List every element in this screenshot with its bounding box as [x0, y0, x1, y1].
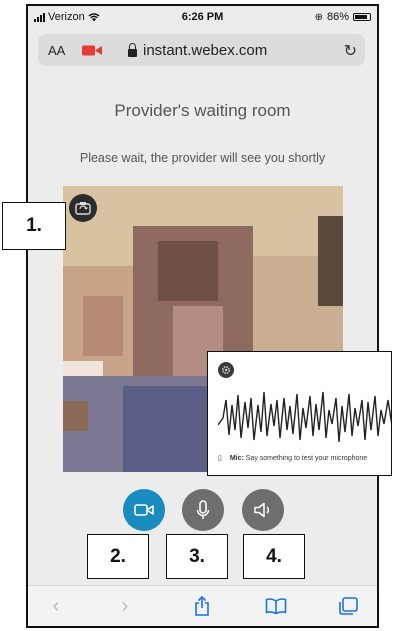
camera-flip-icon: [75, 202, 91, 215]
camera-flip-button[interactable]: [69, 194, 97, 222]
back-icon[interactable]: ‹: [44, 595, 68, 617]
tabs-icon[interactable]: [336, 595, 360, 617]
mic-label: Mic:: [229, 455, 244, 462]
media-controls: [28, 489, 377, 533]
reload-icon[interactable]: ↻: [344, 41, 357, 61]
url-text[interactable]: instant.webex.com: [143, 42, 267, 59]
share-icon[interactable]: [190, 595, 214, 617]
speaker-icon: [254, 502, 270, 518]
callout-2: 2.: [87, 534, 149, 579]
address-bar[interactable]: AA instant.webex.com ↻: [38, 34, 365, 66]
callout-4: 4.: [243, 534, 305, 579]
recording-camera-icon[interactable]: [82, 45, 102, 56]
callout-1: 1.: [2, 202, 66, 250]
microphone-waveform: [218, 391, 391, 443]
speaker-toggle-button[interactable]: [242, 489, 284, 531]
microphone-icon: [196, 500, 210, 519]
browser-toolbar: ‹ ›: [28, 585, 377, 626]
mic-small-icon: ▯: [218, 455, 222, 462]
video-camera-icon: [134, 504, 154, 516]
settings-button[interactable]: [218, 362, 234, 378]
microphone-toggle-button[interactable]: [182, 489, 224, 531]
microphone-test-panel: ▯ Mic: Say something to test your microp…: [207, 351, 392, 476]
page-subtitle: Please wait, the provider will see you s…: [79, 151, 326, 165]
battery-percent: 86%: [326, 11, 349, 23]
status-bar: Verizon 6:26 PM ⊕ 86%: [28, 6, 377, 28]
battery-icon: [353, 13, 371, 21]
bookmarks-icon[interactable]: [264, 595, 288, 617]
forward-icon[interactable]: ›: [113, 595, 137, 617]
settings-icon: [221, 365, 231, 375]
video-toggle-button[interactable]: [123, 489, 165, 531]
lock-icon: [128, 42, 137, 57]
callout-3: 3.: [166, 534, 228, 579]
page-title: Provider's waiting room: [114, 101, 291, 120]
text-size-button[interactable]: AA: [48, 43, 65, 58]
mic-test-prompt: Say something to test your microphone: [245, 455, 368, 462]
rotation-lock-icon: ⊕: [314, 11, 323, 23]
